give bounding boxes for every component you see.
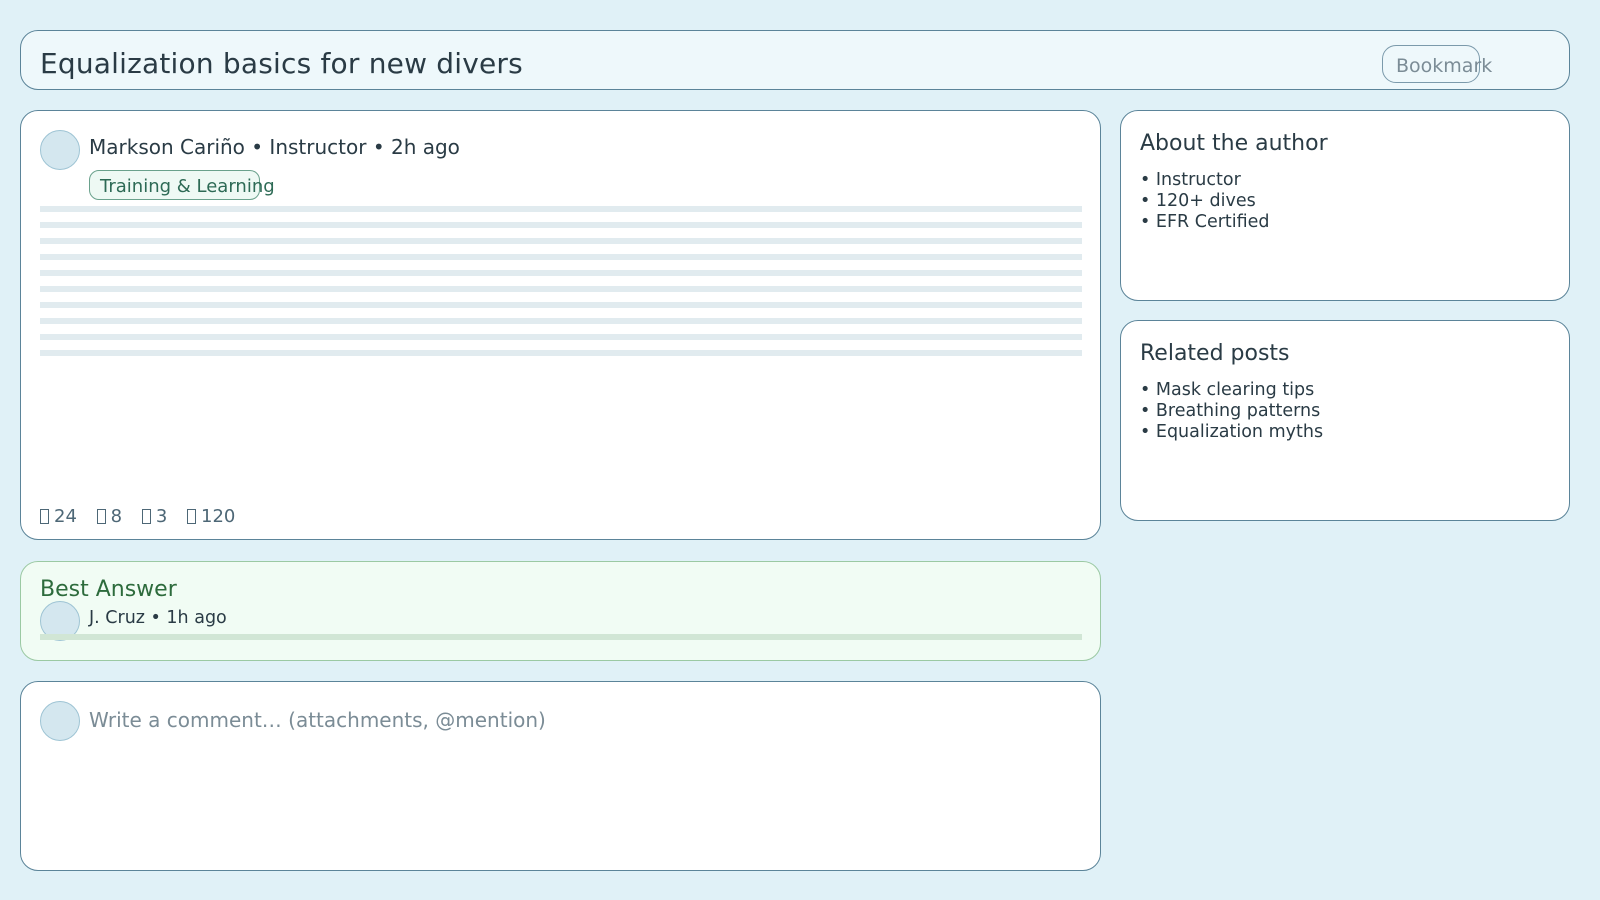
- category-tag-label[interactable]: Training & Learning: [100, 176, 275, 197]
- related-posts-card: Related posts • Mask clearing tips • Bre…: [1120, 320, 1570, 521]
- comment-count: 8: [110, 506, 123, 527]
- views-icon: [187, 509, 197, 524]
- share-icon: [141, 509, 151, 524]
- comment-icon: [96, 509, 106, 524]
- list-item: • EFR Certified: [1140, 212, 1270, 232]
- related-posts-title: Related posts: [1140, 341, 1290, 366]
- related-post-link[interactable]: • Mask clearing tips: [1140, 380, 1323, 401]
- post-body-line: [40, 334, 1082, 340]
- views-stat: 120: [187, 506, 235, 527]
- about-author-title: About the author: [1140, 131, 1328, 156]
- bookmark-button-label[interactable]: Bookmark: [1396, 55, 1492, 77]
- comment-stat[interactable]: 8: [96, 506, 123, 527]
- like-icon: [40, 509, 49, 524]
- list-item: • 120+ dives: [1140, 191, 1256, 211]
- answer-meta: J. Cruz • 1h ago: [89, 608, 227, 628]
- about-author-list: • Instructor • 120+ dives • EFR Certifie…: [1140, 170, 1270, 233]
- author-avatar[interactable]: [40, 130, 80, 170]
- post-body-line: [40, 238, 1082, 244]
- like-stat[interactable]: 24: [40, 506, 77, 527]
- post-meta: Markson Cariño • Instructor • 2h ago: [89, 135, 460, 159]
- like-count: 24: [54, 506, 77, 527]
- post-body-line: [40, 286, 1082, 292]
- post-body-line: [40, 222, 1082, 228]
- answer-body-line: [40, 634, 1082, 640]
- current-user-avatar: [40, 701, 80, 741]
- post-body-line: [40, 270, 1082, 276]
- related-post-link[interactable]: • Breathing patterns: [1140, 401, 1323, 422]
- share-count: 3: [155, 506, 168, 527]
- post-body-line: [40, 318, 1082, 324]
- best-answer-title: Best Answer: [40, 577, 177, 602]
- post-stats: 24 8 3 120: [40, 506, 249, 527]
- about-author-card: About the author • Instructor • 120+ div…: [1120, 110, 1570, 301]
- related-post-link[interactable]: • Equalization myths: [1140, 422, 1323, 443]
- page-header: Equalization basics for new divers Bookm…: [20, 30, 1570, 90]
- page-title: Equalization basics for new divers: [40, 47, 523, 80]
- post-body-line: [40, 350, 1082, 356]
- best-answer-card: Best Answer J. Cruz • 1h ago: [20, 561, 1101, 661]
- comment-composer: [20, 681, 1101, 871]
- views-count: 120: [201, 506, 236, 527]
- post-body-line: [40, 302, 1082, 308]
- list-item: • Instructor: [1140, 170, 1241, 190]
- post-body-line: [40, 254, 1082, 260]
- post-body-line: [40, 206, 1082, 212]
- post-card: Markson Cariño • Instructor • 2h ago Tra…: [20, 110, 1101, 540]
- related-posts-list: • Mask clearing tips • Breathing pattern…: [1140, 380, 1323, 443]
- share-stat[interactable]: 3: [141, 506, 168, 527]
- comment-input[interactable]: [89, 704, 1079, 736]
